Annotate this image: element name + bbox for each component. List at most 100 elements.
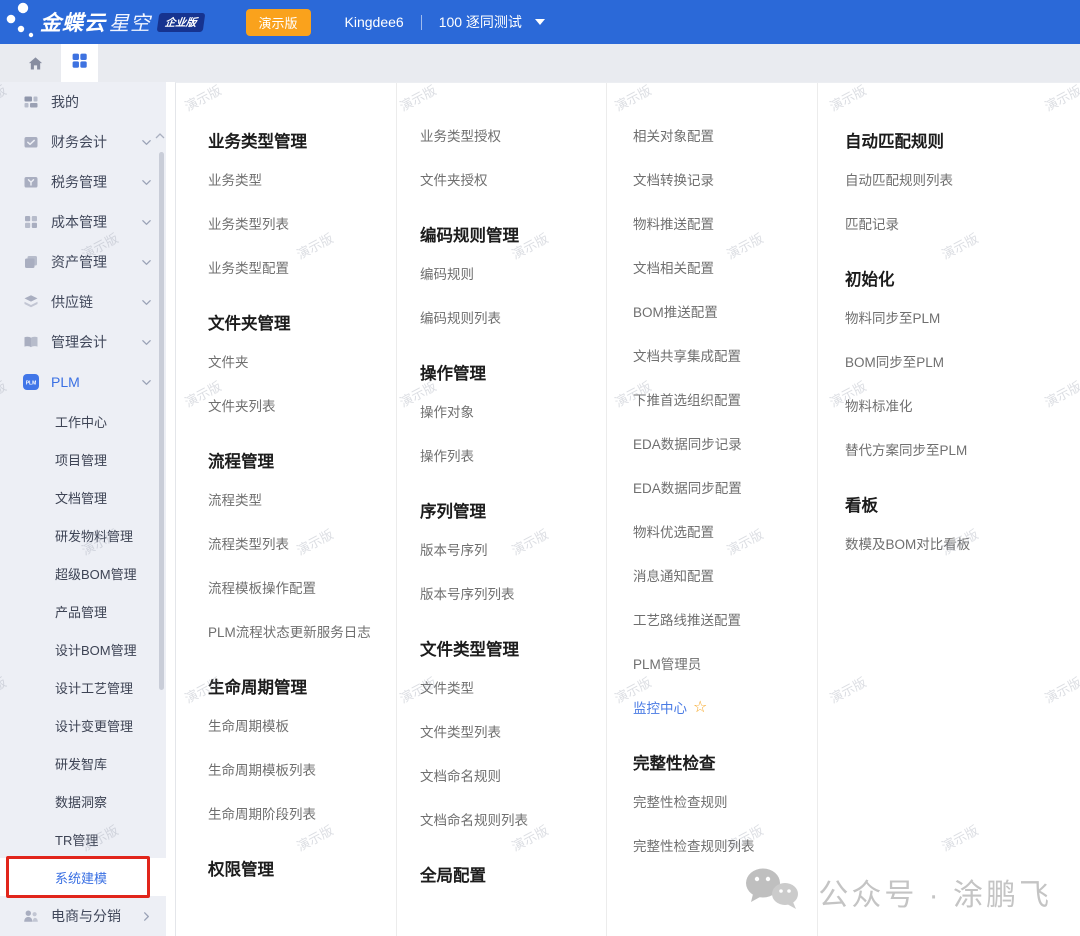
menu-item[interactable]: 自动匹配规则列表: [845, 157, 1080, 201]
menu-item-label: 文件夹授权: [420, 169, 488, 189]
sidebar-subitem[interactable]: 设计工艺管理: [0, 668, 166, 706]
menu-item-label: EDA数据同步记录: [633, 433, 742, 453]
menu-item[interactable]: 替代方案同步至PLM: [845, 427, 1080, 471]
menu-item-label: 编码规则列表: [420, 307, 501, 327]
menu-item[interactable]: 文件夹列表: [208, 383, 396, 427]
menu-item[interactable]: EDA数据同步配置: [633, 465, 817, 509]
sidebar-subitem[interactable]: 设计变更管理: [0, 706, 166, 744]
menu-item[interactable]: BOM同步至PLM: [845, 339, 1080, 383]
menu-item-label: 物料优选配置: [633, 521, 714, 541]
sidebar-subitem[interactable]: 数据洞察: [0, 782, 166, 820]
menu-item[interactable]: 操作列表: [420, 433, 606, 477]
menu-item[interactable]: PLM流程状态更新服务日志: [208, 609, 396, 653]
menu-item-label: 业务类型列表: [208, 213, 289, 233]
menu-item[interactable]: 消息通知配置: [633, 553, 817, 597]
menu-item[interactable]: 相关对象配置: [633, 113, 817, 157]
sidebar-item[interactable]: 资产管理: [0, 242, 166, 282]
sidebar-subitem[interactable]: 文档管理: [0, 478, 166, 516]
sidebar-subitem[interactable]: 研发智库: [0, 744, 166, 782]
menu-item[interactable]: 文件类型: [420, 665, 606, 709]
caret-down-icon[interactable]: [535, 19, 545, 25]
menu-item[interactable]: 流程类型: [208, 477, 396, 521]
menu-item[interactable]: 文档共享集成配置: [633, 333, 817, 377]
menu-item[interactable]: 业务类型授权: [420, 113, 606, 157]
sidebar-subitem[interactable]: 设计BOM管理: [0, 630, 166, 668]
tab-app-menu[interactable]: [61, 44, 98, 82]
sidebar-item-ecommerce[interactable]: 电商与分销: [0, 896, 166, 936]
demo-version-badge[interactable]: 演示版: [246, 9, 311, 36]
menu-item-label: 业务类型配置: [208, 257, 289, 277]
menu-item[interactable]: 文档命名规则: [420, 753, 606, 797]
chevron-down-icon: [141, 257, 152, 268]
chevron-down-icon: [141, 177, 152, 188]
menu-item[interactable]: 物料标准化: [845, 383, 1080, 427]
menu-item-label: 文档命名规则: [420, 765, 501, 785]
sidebar-subitem[interactable]: 项目管理: [0, 440, 166, 478]
menu-item[interactable]: 业务类型列表: [208, 201, 396, 245]
menu-item[interactable]: 文档命名规则列表: [420, 797, 606, 841]
menu-item[interactable]: 物料推送配置: [633, 201, 817, 245]
chevron-right-icon: [141, 911, 152, 922]
username: Kingdee6: [345, 14, 404, 30]
menu-item[interactable]: 物料同步至PLM: [845, 295, 1080, 339]
menu-item[interactable]: 生命周期模板: [208, 703, 396, 747]
menu-item-label: 文档命名规则列表: [420, 809, 528, 829]
menu-item[interactable]: 业务类型: [208, 157, 396, 201]
menu-item-monitor-center[interactable]: 监控中心☆: [633, 685, 817, 729]
menu-item[interactable]: 操作对象: [420, 389, 606, 433]
menu-item[interactable]: 版本号序列: [420, 527, 606, 571]
menu-item[interactable]: 生命周期阶段列表: [208, 791, 396, 835]
menu-item[interactable]: 完整性检查规则: [633, 779, 817, 823]
sidebar-item-plm[interactable]: PLMPLM: [0, 362, 166, 402]
org-selector[interactable]: 100 逐同测试: [439, 12, 522, 32]
sidebar-subitem[interactable]: 超级BOM管理: [0, 554, 166, 592]
menu-item-label: 文档转换记录: [633, 169, 714, 189]
section-header: 操作管理: [420, 345, 606, 389]
sidebar-subitem-label: TR管理: [55, 830, 98, 849]
star-icon[interactable]: ☆: [693, 697, 707, 717]
menu-item[interactable]: 文档相关配置: [633, 245, 817, 289]
sidebar-scrollbar[interactable]: [159, 152, 164, 690]
menu-item[interactable]: 流程类型列表: [208, 521, 396, 565]
menu-item[interactable]: 文件夹: [208, 339, 396, 383]
menu-item[interactable]: 版本号序列列表: [420, 571, 606, 615]
sidebar-subitem[interactable]: TR管理: [0, 820, 166, 858]
sidebar-item[interactable]: 我的: [0, 82, 166, 122]
scroll-up-icon[interactable]: [155, 126, 165, 144]
menu-item[interactable]: 数模及BOM对比看板: [845, 521, 1080, 565]
menu-item[interactable]: 文件夹授权: [420, 157, 606, 201]
menu-item[interactable]: 编码规则: [420, 251, 606, 295]
menu-item[interactable]: 物料优选配置: [633, 509, 817, 553]
sidebar-subitem-label: 产品管理: [55, 602, 107, 621]
menu-item[interactable]: 编码规则列表: [420, 295, 606, 339]
section-header: 业务类型管理: [208, 113, 396, 157]
menu-item-label: 流程类型: [208, 489, 262, 509]
sidebar-subitem-system-modeling[interactable]: 系统建模: [0, 858, 166, 896]
sidebar-item[interactable]: 税务管理: [0, 162, 166, 202]
sidebar-subitem[interactable]: 工作中心: [0, 402, 166, 440]
menu-item[interactable]: 完整性检查规则列表: [633, 823, 817, 867]
menu-item[interactable]: 工艺路线推送配置: [633, 597, 817, 641]
menu-item[interactable]: 文件类型列表: [420, 709, 606, 753]
menu-item[interactable]: PLM管理员: [633, 641, 817, 685]
menu-item[interactable]: 文档转换记录: [633, 157, 817, 201]
menu-item[interactable]: BOM推送配置: [633, 289, 817, 333]
sidebar-subitem[interactable]: 研发物料管理: [0, 516, 166, 554]
menu-item[interactable]: 业务类型配置: [208, 245, 396, 289]
sidebar-item[interactable]: 财务会计: [0, 122, 166, 162]
sidebar-item-label: 电商与分销: [51, 906, 141, 926]
menu-item[interactable]: 匹配记录: [845, 201, 1080, 245]
sidebar-item[interactable]: 成本管理: [0, 202, 166, 242]
menu-item[interactable]: EDA数据同步记录: [633, 421, 817, 465]
menu-item[interactable]: 下推首选组织配置: [633, 377, 817, 421]
home-icon[interactable]: [27, 55, 44, 72]
menu-item[interactable]: 生命周期模板列表: [208, 747, 396, 791]
menu-item-label: 文件类型: [420, 677, 474, 697]
menu-item-label: 相关对象配置: [633, 125, 714, 145]
my-icon: [22, 94, 40, 110]
sidebar-item[interactable]: 管理会计: [0, 322, 166, 362]
menu-item[interactable]: 流程模板操作配置: [208, 565, 396, 609]
sidebar-item[interactable]: 供应链: [0, 282, 166, 322]
sidebar-subitem[interactable]: 产品管理: [0, 592, 166, 630]
brand-light: 星空: [109, 7, 151, 36]
